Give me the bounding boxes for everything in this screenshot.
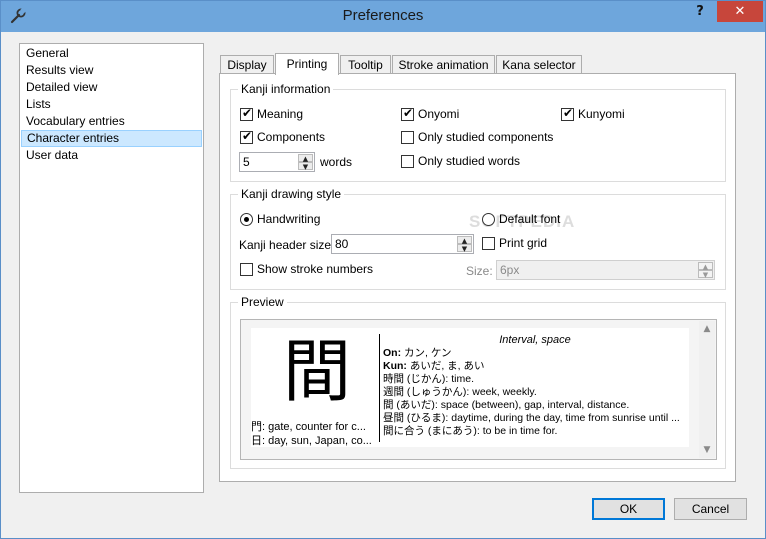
components-checkbox[interactable]: ✔ Components [240,129,350,146]
onyomi-heading: On: [383,347,402,359]
handwriting-label: Handwriting [257,212,321,226]
default-font-label: Default font [499,212,561,226]
preview-card: 間 門: gate, counter for c... 日: day, sun,… [251,328,689,447]
words-count-stepper[interactable]: 5 ▲ ▼ [239,152,315,172]
title-bar[interactable]: Preferences ? ✕ [1,1,765,32]
word-entry: 間に合う (まにあう): to be in time for. [383,425,558,437]
print-grid-label: Print grid [499,236,548,250]
kanji-header-size-value: 80 [335,237,349,251]
checkmark-icon: ✔ [403,106,414,120]
print-grid-checkbox[interactable]: Print grid [482,236,562,252]
preview-label: Preview [238,295,287,309]
spin-up-icon[interactable]: ▲ [298,154,313,163]
component-line: 日: day, sun, Japan, co... [251,435,372,447]
word-entry: 間 (あいだ): space (between), gap, interval,… [383,399,630,411]
spin-down-icon[interactable]: ▼ [457,244,472,253]
checkmark-icon: ✔ [242,129,253,143]
scroll-up-icon[interactable]: ▲ [699,321,715,337]
default-font-radio[interactable]: Default font [482,212,582,228]
cancel-button[interactable]: Cancel [674,498,747,520]
show-stroke-numbers-checkbox[interactable]: Show stroke numbers [240,262,380,278]
kanji-header-size-stepper[interactable]: 80 ▲ ▼ [331,234,474,254]
preferences-window: Preferences ? ✕ General Results view Det… [0,0,766,539]
kunyomi-label: Kunyomi [578,107,625,121]
checkmark-icon: ✔ [242,106,253,120]
kunyomi-heading: Kun: [383,360,407,372]
words-label: words [320,155,353,169]
close-button[interactable]: ✕ [717,1,763,22]
stroke-number-size-stepper: 6px ▲ ▼ [496,260,715,280]
components-label: Components [257,130,326,144]
show-stroke-numbers-label: Show stroke numbers [257,262,374,276]
preview-divider [379,334,380,442]
meaning-label: Meaning [257,107,304,121]
checkmark-icon: ✔ [563,106,574,120]
onyomi-value: カン, ケン [401,347,452,359]
radio-dot-icon [244,217,249,222]
preview-kanji: 間 [283,333,352,412]
tab-kana-selector[interactable]: Kana selector [496,55,582,74]
preview-scrollbar[interactable]: ▲ ▼ [699,321,715,458]
kanji-drawing-style-label: Kanji drawing style [238,187,345,201]
sidebar-item-general[interactable]: General [21,45,202,62]
onyomi-checkbox[interactable]: ✔ Onyomi [401,106,491,123]
ok-button[interactable]: OK [592,498,665,520]
only-studied-words-label: Only studied words [418,154,521,168]
sidebar-item-detailed-view[interactable]: Detailed view [21,79,202,96]
tab-tooltip[interactable]: Tooltip [340,55,391,74]
meaning-checkbox[interactable]: ✔ Meaning [240,106,330,123]
help-button[interactable]: ? [687,4,713,22]
stroke-number-size-value: 6px [500,263,520,277]
onyomi-label: Onyomi [418,107,460,121]
words-count-value: 5 [243,155,250,169]
scroll-down-icon[interactable]: ▼ [699,442,715,458]
word-entry: 週間 (しゅうかん): week, weekly. [383,386,537,398]
kunyomi-value: あいだ, ま, あい [406,360,485,372]
kanji-header-size-label: Kanji header size: [239,238,335,252]
kanji-meaning: Interval, space [499,334,571,346]
sidebar-item-character-entries[interactable]: Character entries [21,130,202,147]
tab-printing[interactable]: Printing [275,53,339,75]
spin-up-icon: ▲ [698,262,713,271]
kanji-information-label: Kanji information [238,82,334,96]
category-list[interactable]: General Results view Detailed view Lists… [19,43,204,493]
kunyomi-checkbox[interactable]: ✔ Kunyomi [561,106,651,123]
handwriting-radio[interactable]: Handwriting [240,212,340,228]
only-studied-words-checkbox[interactable]: Only studied words [401,154,531,170]
sidebar-item-lists[interactable]: Lists [21,96,202,113]
window-title: Preferences [342,7,424,24]
only-studied-components-label: Only studied components [418,130,554,144]
sidebar-item-user-data[interactable]: User data [21,147,202,164]
sidebar-item-vocabulary-entries[interactable]: Vocabulary entries [21,113,202,130]
spin-down-icon: ▼ [698,270,713,279]
tab-stroke-animation[interactable]: Stroke animation [392,55,495,74]
onyomi-line: On: カン, ケン [383,347,687,360]
spin-up-icon[interactable]: ▲ [457,236,472,245]
word-entry: 時間 (じかん): time. [383,373,474,385]
word-entry: 昼間 (ひるま): daytime, during the day, time … [383,412,680,424]
size-label: Size: [466,264,493,278]
definition-area: Interval, space On: カン, ケン Kun: あいだ, ま, … [383,334,687,438]
sidebar-item-results-view[interactable]: Results view [21,62,202,79]
preview-area[interactable]: 間 門: gate, counter for c... 日: day, sun,… [240,319,717,460]
only-studied-components-checkbox[interactable]: Only studied components [401,130,561,146]
kunyomi-line: Kun: あいだ, ま, あい [383,360,687,373]
spin-down-icon[interactable]: ▼ [298,162,313,171]
tab-display[interactable]: Display [220,55,274,74]
